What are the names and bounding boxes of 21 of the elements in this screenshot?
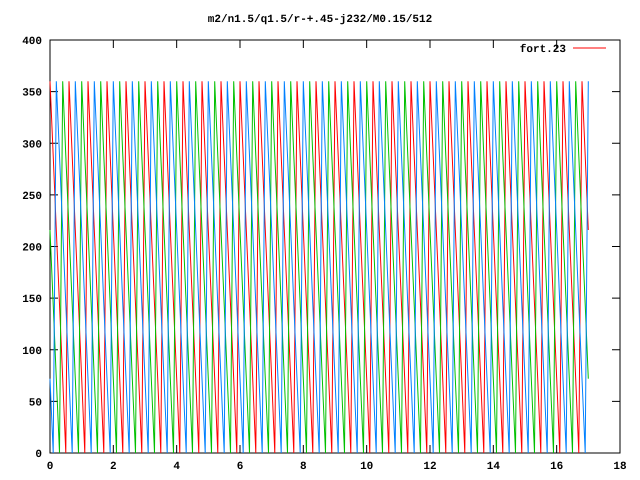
axis-tick-label: 12 xyxy=(423,461,437,473)
axis-tick-label: 16 xyxy=(550,461,564,473)
axis-tick-label: 0 xyxy=(46,461,54,473)
axis-tick-label: 400 xyxy=(22,36,42,48)
axis-tick-label: 18 xyxy=(613,461,627,473)
axis-tick-label: 2 xyxy=(110,461,117,473)
axis-tick-label: 100 xyxy=(22,346,42,358)
axis-tick-label: 300 xyxy=(22,139,42,152)
axis-tick-label: 50 xyxy=(28,397,42,410)
legend-label: fort.23 xyxy=(520,44,566,56)
axis-tick-label: 4 xyxy=(173,461,180,473)
axis-tick-label: 10 xyxy=(360,461,374,473)
chart-title: m2/n1.5/q1.5/r-+.45-j232/M0.15/512 xyxy=(208,14,432,26)
axis-tick-label: 0 xyxy=(35,449,42,461)
axis-tick-label: 150 xyxy=(22,294,42,306)
axis-tick-label: 350 xyxy=(22,88,42,100)
axis-tick-label: 8 xyxy=(300,461,307,473)
axis-tick-label: 14 xyxy=(486,461,500,473)
axis-tick-label: 6 xyxy=(236,461,244,473)
axis-tick-label: 250 xyxy=(22,190,42,203)
axis-tick-label: 200 xyxy=(22,242,42,254)
